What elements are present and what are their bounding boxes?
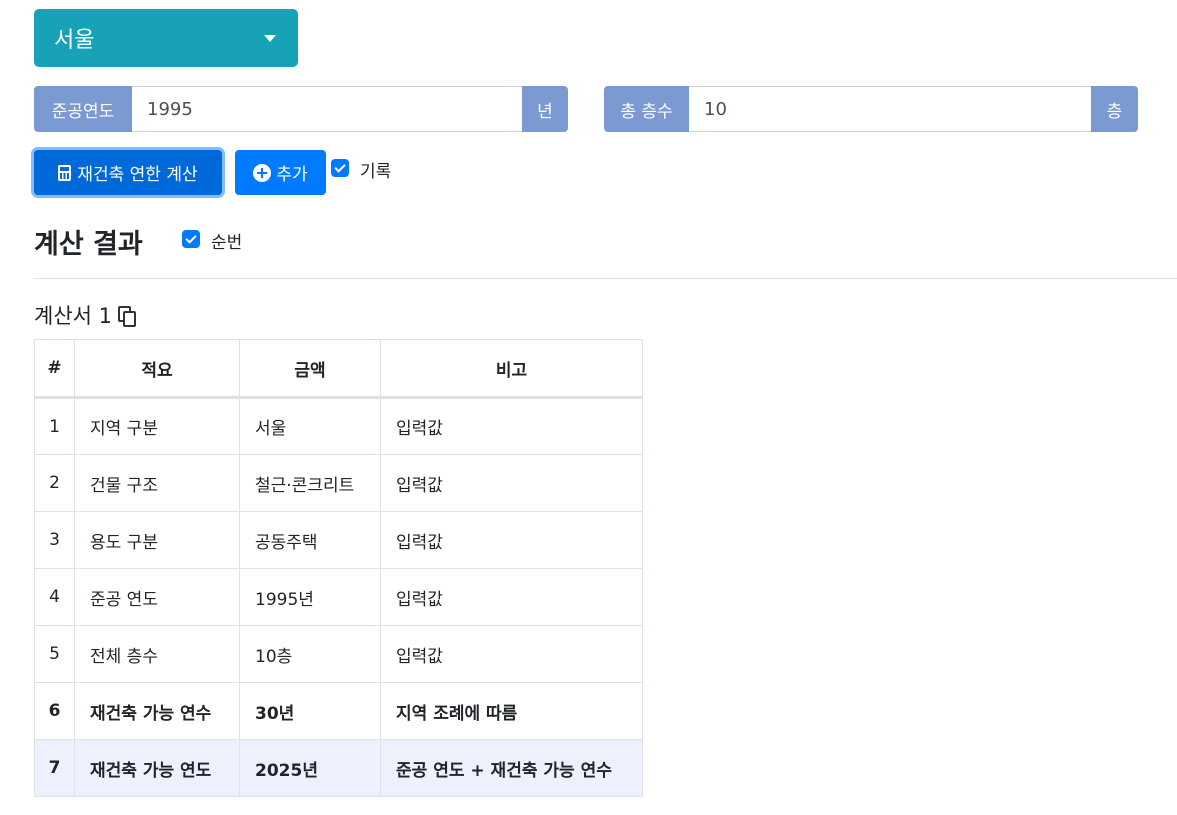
result-table: # 적요 금액 비고 1 지역 구분 서울 입력값 2 건물 구조 철근·콘크리… (34, 339, 643, 797)
region-select[interactable]: 서울 (34, 9, 298, 67)
table-cell: 10층 (239, 625, 381, 683)
table-cell: 재건축 가능 연도 (74, 739, 240, 797)
table-cell: 2 (34, 454, 75, 512)
table-row: 5 전체 층수 10층 입력값 (34, 625, 643, 683)
table-cell: 서울 (239, 397, 381, 455)
table-cell: 6 (34, 682, 75, 740)
table-header-cell: 적요 (74, 339, 240, 399)
table-cell: 지역 구분 (74, 397, 240, 455)
table-cell: 전체 층수 (74, 625, 240, 683)
table-cell: 철근·콘크리트 (239, 454, 381, 512)
chevron-down-icon (264, 34, 276, 42)
table-cell: 용도 구분 (74, 511, 240, 569)
order-checkbox[interactable] (182, 230, 200, 248)
table-cell: 4 (34, 568, 75, 626)
table-header-cell: 비고 (380, 339, 643, 399)
table-cell: 입력값 (380, 511, 643, 569)
plus-circle-icon (253, 163, 272, 182)
table-header-cell: # (34, 339, 75, 399)
copy-icon[interactable] (118, 306, 136, 327)
region-select-value: 서울 (54, 28, 95, 53)
results-title: 계산 결과 (34, 229, 143, 260)
table-row: 4 준공 연도 1995년 입력값 (34, 568, 643, 626)
completion-year-input[interactable] (132, 86, 522, 132)
table-cell: 5 (34, 625, 75, 683)
table-cell: 1995년 (239, 568, 381, 626)
table-cell: 입력값 (380, 568, 643, 626)
table-cell: 준공 연도 (74, 568, 240, 626)
table-row: 3 용도 구분 공동주택 입력값 (34, 511, 643, 569)
table-cell: 입력값 (380, 397, 643, 455)
total-floors-group: 총 층수 층 (604, 86, 1138, 132)
section-divider (34, 278, 1177, 279)
table-header-cell: 금액 (239, 339, 381, 399)
table-cell: 입력값 (380, 454, 643, 512)
table-cell: 2025년 (239, 739, 381, 797)
calculate-button[interactable]: 재건축 연한 계산 (34, 150, 222, 195)
total-floors-unit: 층 (1091, 86, 1138, 132)
table-row: 1 지역 구분 서울 입력값 (34, 397, 643, 455)
completion-year-unit: 년 (522, 86, 568, 132)
completion-year-label: 준공연도 (34, 86, 132, 132)
table-cell: 준공 연도 + 재건축 가능 연수 (380, 739, 643, 797)
table-cell: 7 (34, 739, 75, 797)
add-button[interactable]: 추가 (235, 150, 326, 195)
table-cell: 지역 조례에 따름 (380, 682, 643, 740)
total-floors-label: 총 층수 (604, 86, 689, 132)
order-checkbox-label: 순번 (211, 233, 243, 253)
total-floors-input[interactable] (689, 86, 1091, 132)
table-header-row: # 적요 금액 비고 (34, 339, 643, 399)
table-cell: 1 (34, 397, 75, 455)
table-row: 6 재건축 가능 연수 30년 지역 조례에 따름 (34, 682, 643, 740)
table-cell: 건물 구조 (74, 454, 240, 512)
table-cell: 입력값 (380, 625, 643, 683)
table-cell: 공동주택 (239, 511, 381, 569)
table-row: 2 건물 구조 철근·콘크리트 입력값 (34, 454, 643, 512)
table-cell: 30년 (239, 682, 381, 740)
table-cell: 재건축 가능 연수 (74, 682, 240, 740)
record-checkbox-label: 기록 (360, 162, 392, 182)
calculate-button-label: 재건축 연한 계산 (77, 165, 198, 185)
document-title-text: 계산서 1 (34, 304, 112, 328)
record-checkbox[interactable] (331, 159, 349, 177)
document-title: 계산서 1 (34, 300, 136, 330)
table-row-highlighted: 7 재건축 가능 연도 2025년 준공 연도 + 재건축 가능 연수 (34, 739, 643, 797)
add-button-label: 추가 (276, 165, 308, 185)
calculator-icon (58, 164, 72, 181)
completion-year-group: 준공연도 년 (34, 86, 568, 132)
table-cell: 3 (34, 511, 75, 569)
